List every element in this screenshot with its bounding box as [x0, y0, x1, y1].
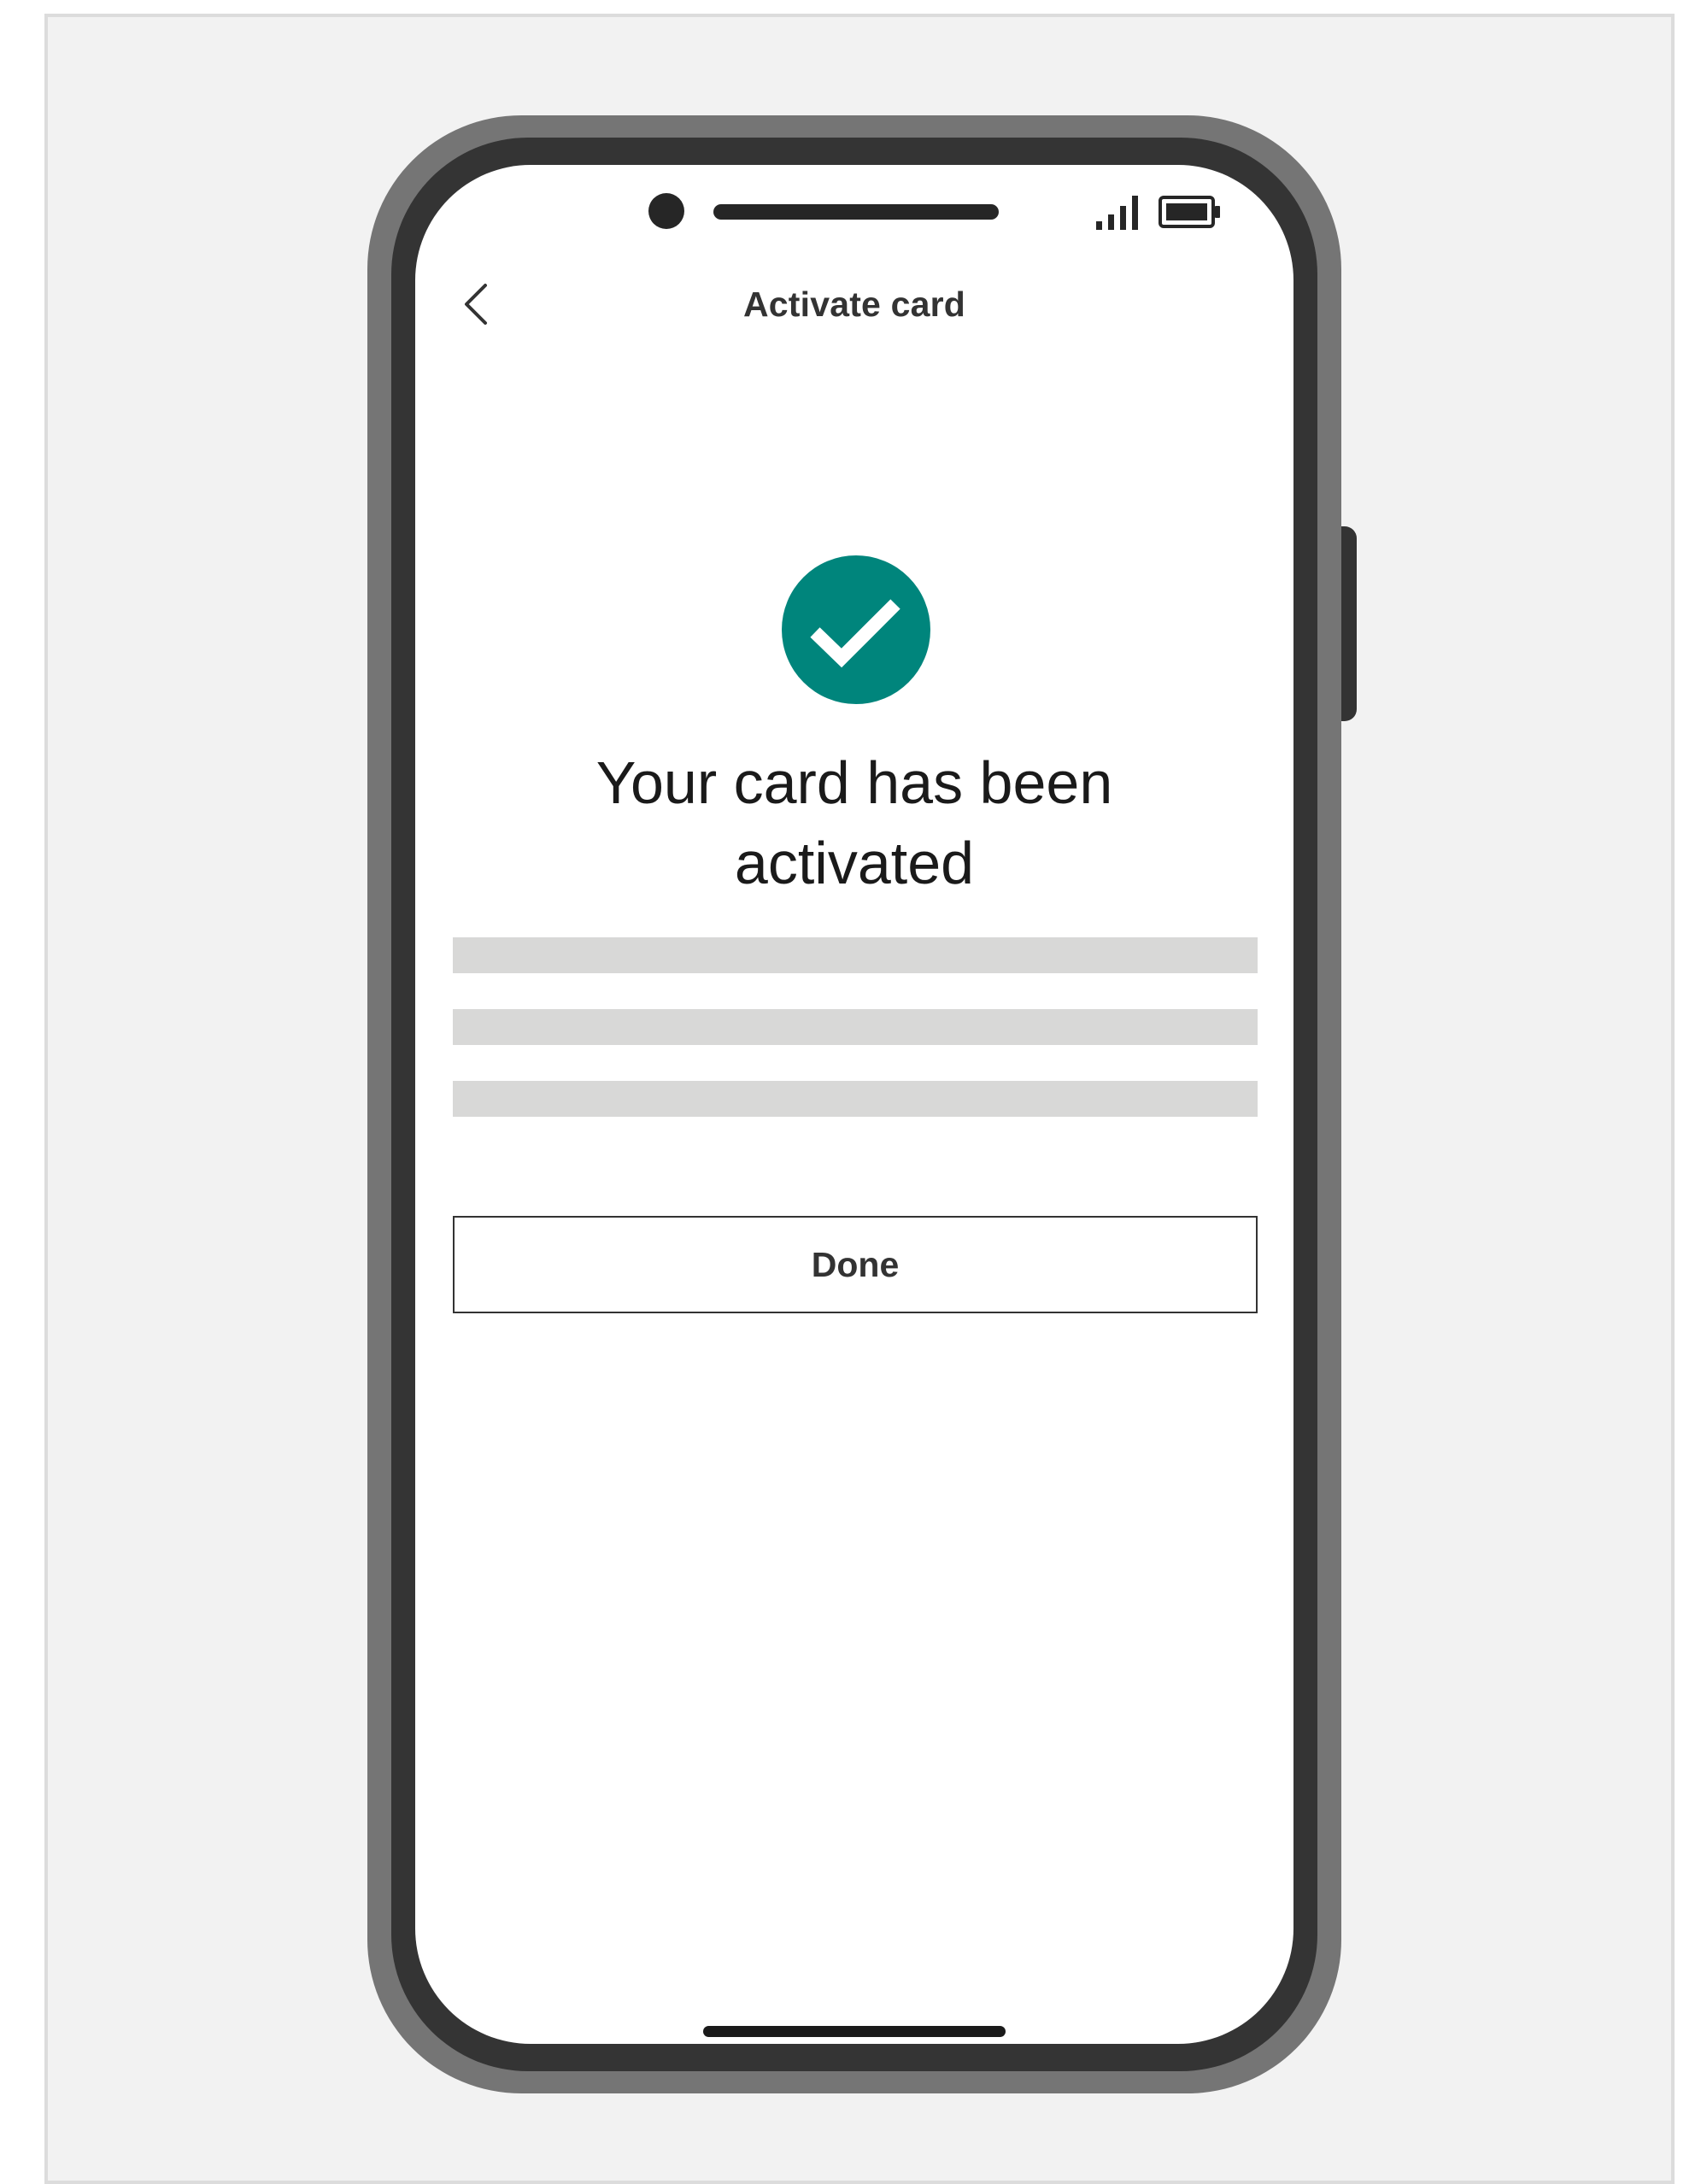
check-circle-icon — [782, 555, 930, 704]
placeholder-text-line — [453, 1009, 1258, 1045]
heading-line-2: activated — [734, 830, 975, 896]
page-title: Activate card — [742, 285, 966, 324]
placeholder-text-line — [453, 937, 1258, 973]
phone-screen: Activate card Your card has been activat… — [415, 165, 1293, 2044]
placeholder-text-line — [453, 1081, 1258, 1117]
heading-line-1: Your card has been — [595, 749, 1113, 816]
battery-icon — [1159, 196, 1220, 228]
done-button[interactable]: Done — [453, 1216, 1258, 1313]
earpiece-speaker — [713, 204, 999, 220]
home-indicator[interactable] — [703, 2026, 1006, 2037]
signal-icon — [1096, 196, 1138, 230]
front-camera — [648, 193, 684, 229]
confirmation-heading: Your card has been activated — [466, 743, 1242, 903]
